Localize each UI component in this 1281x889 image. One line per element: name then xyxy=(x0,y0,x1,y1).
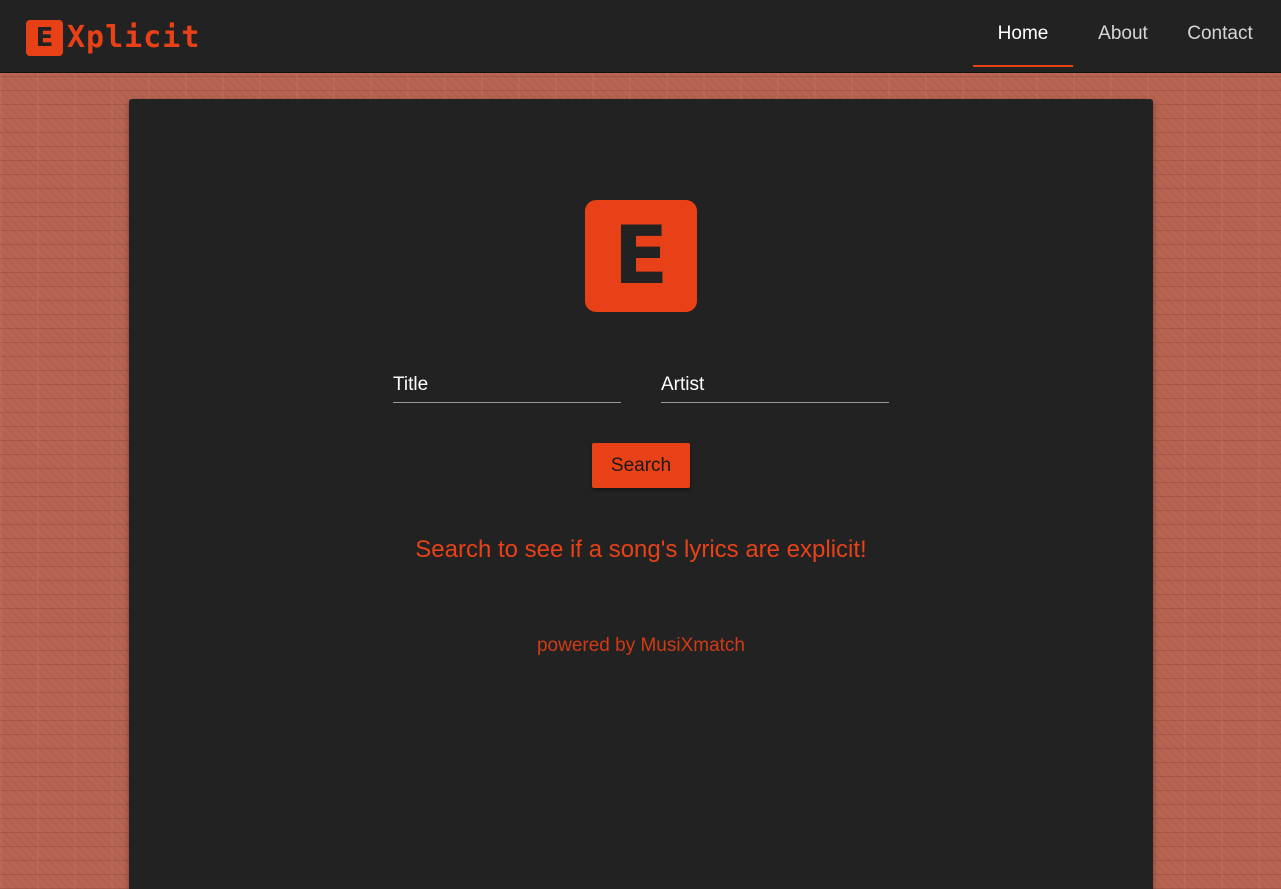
brand-name: Xplicit xyxy=(67,20,201,55)
artist-input[interactable] xyxy=(661,367,889,403)
nav-item-about[interactable]: About xyxy=(1089,0,1157,67)
nav-item-home[interactable]: Home xyxy=(973,0,1073,67)
brand-logo[interactable]: E Xplicit xyxy=(26,20,200,56)
tagline: Search to see if a song's lyrics are exp… xyxy=(415,536,867,563)
nav-item-contact[interactable]: Contact xyxy=(1175,0,1265,67)
title-input[interactable] xyxy=(393,367,621,403)
brand-logo-icon: E xyxy=(26,20,63,56)
navbar: E Xplicit Home About Contact xyxy=(0,0,1281,73)
search-card: E Search Search to see if a song's lyric… xyxy=(129,99,1153,889)
title-field-wrapper xyxy=(393,367,621,403)
artist-field-wrapper xyxy=(661,367,889,403)
search-button[interactable]: Search xyxy=(592,443,690,488)
explicit-logo-icon: E xyxy=(585,200,697,312)
musixmatch-link[interactable]: powered by MusiXmatch xyxy=(537,635,745,656)
powered-by: powered by MusiXmatch xyxy=(129,635,1153,657)
main-nav: Home About Contact xyxy=(973,0,1281,73)
